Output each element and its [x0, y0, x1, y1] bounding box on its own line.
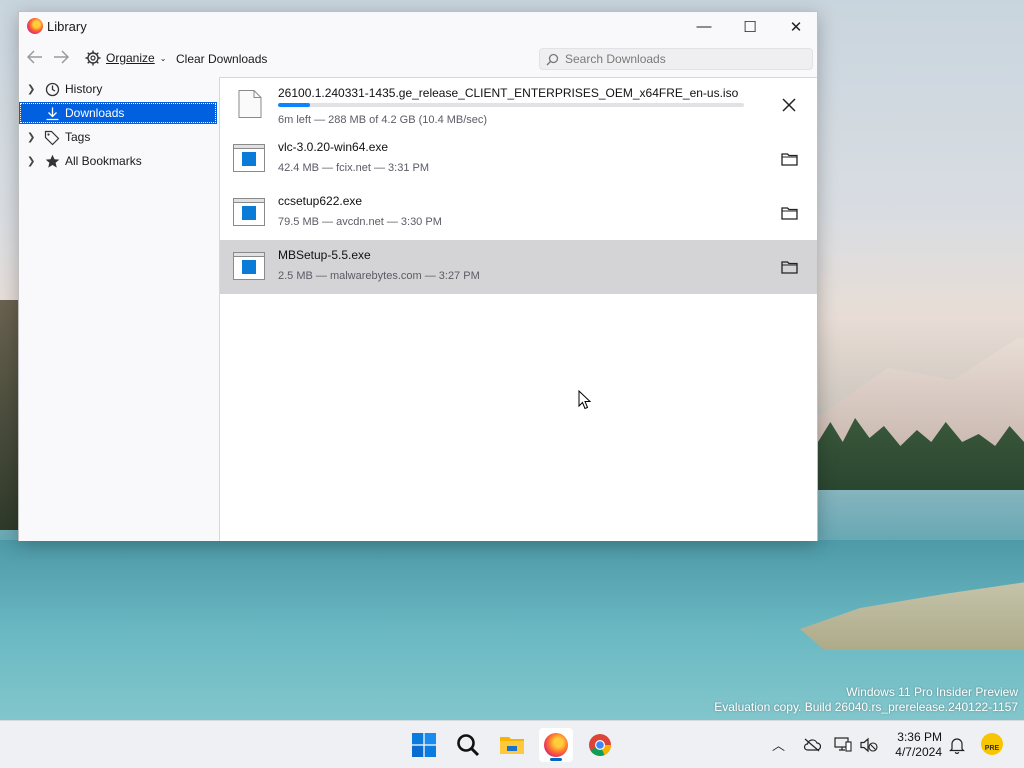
chevron-right-icon[interactable]: ❯	[27, 156, 41, 167]
organize-button[interactable]: Organize ⌄	[85, 50, 166, 66]
download-progress-fill	[278, 103, 310, 107]
folder-icon	[780, 261, 798, 274]
clock-time: 3:36 PM	[897, 730, 942, 744]
mouse-cursor-icon	[578, 390, 592, 410]
sidebar-item-label: Tags	[65, 130, 91, 144]
volume-tray-button[interactable]	[860, 736, 878, 754]
chrome-icon	[589, 734, 611, 756]
download-status: 42.4 MB — fcix.net — 3:31 PM	[278, 162, 430, 174]
clock-date: 4/7/2024	[895, 745, 942, 759]
download-progress-bar	[278, 103, 744, 107]
clear-downloads-button[interactable]: Clear Downloads	[176, 52, 267, 66]
maximize-button[interactable]: ☐	[727, 12, 773, 41]
arrow-right-icon	[54, 50, 70, 64]
exe-file-icon	[233, 144, 265, 172]
close-button[interactable]: ✕	[773, 12, 819, 41]
window-title: Library	[47, 19, 87, 34]
download-item[interactable]: MBSetup-5.5.exe 2.5 MB — malwarebytes.co…	[220, 240, 817, 294]
chevron-up-icon: ︿	[772, 738, 786, 753]
organize-label: Organize	[106, 51, 155, 65]
title-bar[interactable]: Library — ☐ ✕	[19, 12, 817, 41]
generic-file-icon	[238, 90, 262, 118]
firefox-icon	[27, 18, 43, 34]
minimize-button[interactable]: —	[681, 12, 727, 41]
file-explorer-button[interactable]	[495, 728, 529, 762]
wallpaper-left-edge	[0, 300, 20, 530]
firefox-icon	[544, 733, 568, 757]
download-status: 79.5 MB — avcdn.net — 3:30 PM	[278, 216, 442, 228]
gear-icon	[85, 50, 101, 66]
file-explorer-icon	[500, 737, 524, 754]
exe-file-icon	[233, 198, 265, 226]
watermark-line-1: Windows 11 Pro Insider Preview	[846, 685, 1018, 699]
notifications-button[interactable]	[948, 736, 966, 754]
minimize-icon: —	[696, 18, 712, 35]
download-icon	[43, 106, 61, 121]
sidebar-item-label: Downloads	[65, 106, 125, 120]
star-icon	[43, 154, 61, 169]
show-in-folder-button[interactable]	[779, 149, 799, 169]
insider-badge-label: PRE	[984, 744, 1000, 752]
chrome-taskbar-button[interactable]	[583, 728, 617, 762]
show-in-folder-button[interactable]	[779, 257, 799, 277]
cloud-offline-icon	[803, 738, 821, 752]
show-hidden-icons-button[interactable]: ︿	[772, 735, 785, 754]
cancel-icon	[782, 98, 796, 112]
back-button[interactable]	[26, 50, 43, 69]
forward-button[interactable]	[53, 50, 70, 69]
download-item[interactable]: vlc-3.0.20-win64.exe 42.4 MB — fcix.net …	[220, 132, 817, 186]
chevron-right-icon[interactable]: ❯	[27, 84, 41, 95]
downloads-list: 26100.1.240331-1435.ge_release_CLIENT_EN…	[219, 77, 817, 541]
chevron-down-icon: ⌄	[159, 53, 167, 63]
search-input[interactable]	[565, 52, 805, 66]
onedrive-tray-button[interactable]	[803, 736, 821, 754]
windows-start-icon	[412, 733, 436, 757]
search-icon	[457, 734, 480, 757]
clock-icon	[43, 82, 61, 97]
active-app-indicator	[550, 758, 562, 761]
tag-icon	[43, 130, 61, 145]
download-status: 2.5 MB — malwarebytes.com — 3:27 PM	[278, 270, 480, 282]
toolbar: Organize ⌄ Clear Downloads	[19, 41, 817, 77]
cancel-download-button[interactable]	[779, 95, 799, 115]
arrow-left-icon	[26, 50, 42, 64]
download-filename: vlc-3.0.20-win64.exe	[278, 140, 389, 154]
sidebar-item-all-bookmarks[interactable]: ❯ All Bookmarks	[19, 150, 217, 172]
search-icon	[546, 53, 559, 65]
start-button[interactable]	[407, 728, 441, 762]
sidebar-item-history[interactable]: ❯ History	[19, 78, 217, 100]
sidebar-item-tags[interactable]: ❯ Tags	[19, 126, 217, 148]
watermark-line-2: Evaluation copy. Build 26040.rs_prerelea…	[714, 700, 1018, 714]
sidebar-item-label: History	[65, 82, 103, 96]
network-icon	[834, 737, 852, 752]
folder-icon	[780, 207, 798, 220]
exe-file-icon	[233, 252, 265, 280]
close-icon: ✕	[789, 18, 803, 36]
evaluation-watermark: Windows 11 Pro Insider Preview Evaluatio…	[714, 685, 1018, 715]
sidebar-item-downloads[interactable]: Downloads	[19, 102, 217, 124]
download-item[interactable]: ccsetup622.exe 79.5 MB — avcdn.net — 3:3…	[220, 186, 817, 240]
sidebar-item-label: All Bookmarks	[65, 154, 142, 168]
download-item[interactable]: 26100.1.240331-1435.ge_release_CLIENT_EN…	[220, 78, 817, 132]
download-filename: 26100.1.240331-1435.ge_release_CLIENT_EN…	[278, 86, 739, 100]
library-window: Library — ☐ ✕ Organize ⌄ Clear Downloads…	[18, 11, 818, 541]
volume-muted-icon	[860, 737, 878, 753]
download-status: 6m left — 288 MB of 4.2 GB (10.4 MB/sec)	[278, 114, 488, 126]
taskbar-search-button[interactable]	[451, 728, 485, 762]
maximize-icon: ☐	[743, 18, 757, 36]
firefox-taskbar-button[interactable]	[539, 728, 573, 762]
folder-icon	[780, 153, 798, 166]
download-filename: ccsetup622.exe	[278, 194, 363, 208]
chevron-right-icon[interactable]: ❯	[27, 132, 41, 143]
bell-icon	[949, 737, 965, 754]
sidebar: ❯ History Downloads ❯ Tags ❯ All Bookmar…	[19, 77, 219, 541]
network-tray-button[interactable]	[834, 736, 852, 754]
download-filename: MBSetup-5.5.exe	[278, 248, 371, 262]
clock[interactable]: 3:36 PM 4/7/2024	[886, 730, 942, 760]
show-in-folder-button[interactable]	[779, 203, 799, 223]
search-box[interactable]	[539, 48, 813, 70]
taskbar: ︿ 3:36 PM 4/7/2024 PRE	[0, 720, 1024, 768]
insider-badge-icon[interactable]: PRE	[981, 733, 1003, 755]
